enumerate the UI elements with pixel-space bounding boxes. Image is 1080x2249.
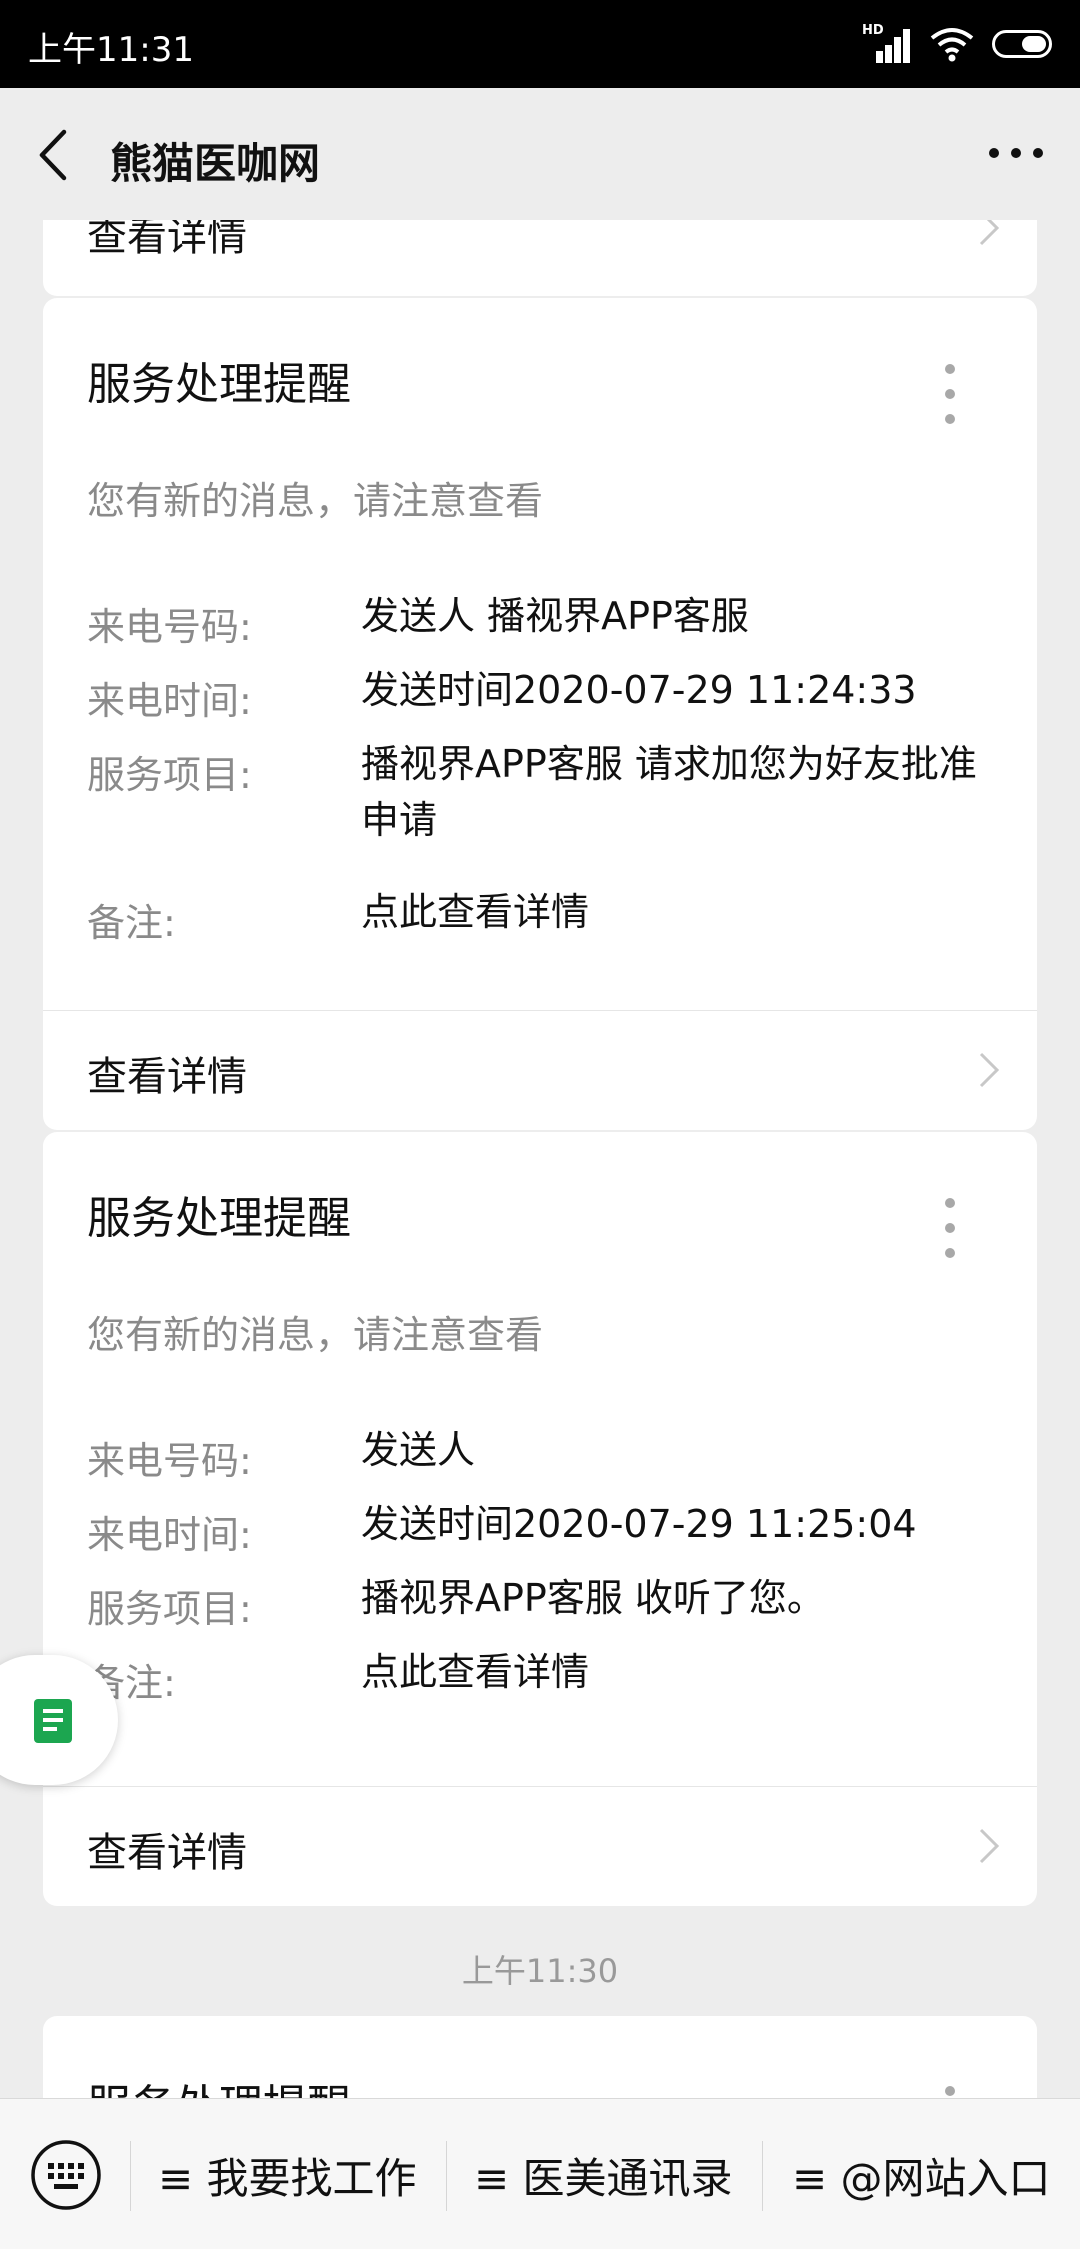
caller-number-label: 来电号码: <box>87 605 252 649</box>
message-list[interactable]: 查看详情 服务处理提醒 您有新的消息，请注意查看 来电号码: 发送人 播视界AP… <box>0 220 1080 2098</box>
card-title: 服务处理提醒 <box>87 2070 351 2098</box>
card-divider <box>43 1010 1037 1011</box>
chevron-right-icon <box>979 220 1000 246</box>
message-card[interactable]: 服务处理提醒 您有新的消息，请注意查看 来电号码: 发送人 播视界APP客服 来… <box>43 298 1037 1130</box>
call-time-label: 来电时间: <box>87 679 252 723</box>
network-badge: HD <box>862 23 884 38</box>
status-time: 上午11:31 <box>28 30 194 70</box>
view-details-link[interactable]: 查看详情 <box>87 1044 247 1102</box>
message-timestamp: 上午11:30 <box>461 1952 619 1990</box>
signal-icon: HD <box>862 23 912 63</box>
battery-icon <box>992 30 1052 58</box>
menu-separator <box>446 2141 447 2211</box>
view-details-link[interactable]: 查看详情 <box>87 220 247 262</box>
card-menu-icon[interactable] <box>943 1198 957 1258</box>
menu-website-entry[interactable]: ≡ @网站入口 <box>792 2145 1051 2206</box>
more-options-icon[interactable] <box>988 138 1044 168</box>
call-time-value: 发送时间2020-07-29 11:24:33 <box>361 668 917 712</box>
card-divider <box>43 1786 1037 1787</box>
message-card-partial[interactable]: 服务处理提醒 <box>43 2016 1037 2098</box>
menu-medical-directory[interactable]: ≡ 医美通讯录 <box>474 2145 733 2206</box>
menu-find-job[interactable]: ≡ 我要找工作 <box>158 2145 417 2206</box>
keyboard-icon[interactable] <box>30 2139 102 2211</box>
card-subtitle: 您有新的消息，请注意查看 <box>87 1313 544 1357</box>
title-bar: 熊猫医咖网 <box>0 88 1080 220</box>
service-item-value: 播视界APP客服 请求加您为好友批准申请 <box>361 742 977 842</box>
message-card-partial[interactable]: 查看详情 <box>43 220 1037 296</box>
view-details-link[interactable]: 查看详情 <box>87 1820 247 1878</box>
menu-separator <box>130 2141 131 2211</box>
chevron-right-icon <box>979 1052 1000 1088</box>
document-icon <box>34 1699 72 1743</box>
card-menu-icon[interactable] <box>943 364 957 424</box>
status-bar: 上午11:31 HD <box>0 0 1080 88</box>
status-icons: HD <box>862 23 1052 64</box>
page-title: 熊猫医咖网 <box>110 139 321 188</box>
service-item-label: 服务项目: <box>87 753 252 797</box>
card-title: 服务处理提醒 <box>87 359 351 410</box>
caller-number-value: 发送人 <box>361 1428 476 1472</box>
wifi-icon <box>930 28 974 62</box>
call-time-value: 发送时间2020-07-29 11:25:04 <box>361 1502 917 1546</box>
message-card[interactable]: 服务处理提醒 您有新的消息，请注意查看 来电号码: 发送人 来电时间: 发送时间… <box>43 1132 1037 1906</box>
remark-label: 备注: <box>87 901 176 945</box>
bottom-menu-bar: ≡ 我要找工作 ≡ 医美通讯录 ≡ @网站入口 <box>0 2098 1080 2249</box>
remark-value: 点此查看详情 <box>361 890 590 934</box>
caller-number-value: 发送人 播视界APP客服 <box>361 594 749 638</box>
service-item-value: 播视界APP客服 收听了您。 <box>361 1576 825 1620</box>
remark-value: 点此查看详情 <box>361 1650 590 1694</box>
card-menu-icon[interactable] <box>943 2086 957 2098</box>
card-title: 服务处理提醒 <box>87 1193 351 1244</box>
chevron-right-icon <box>979 1828 1000 1864</box>
menu-separator <box>762 2141 763 2211</box>
call-time-label: 来电时间: <box>87 1513 252 1557</box>
remark-label: 备注: <box>87 1661 176 1705</box>
card-subtitle: 您有新的消息，请注意查看 <box>87 479 544 523</box>
service-item-label: 服务项目: <box>87 1587 252 1631</box>
caller-number-label: 来电号码: <box>87 1439 252 1483</box>
back-arrow-icon[interactable] <box>34 128 74 182</box>
